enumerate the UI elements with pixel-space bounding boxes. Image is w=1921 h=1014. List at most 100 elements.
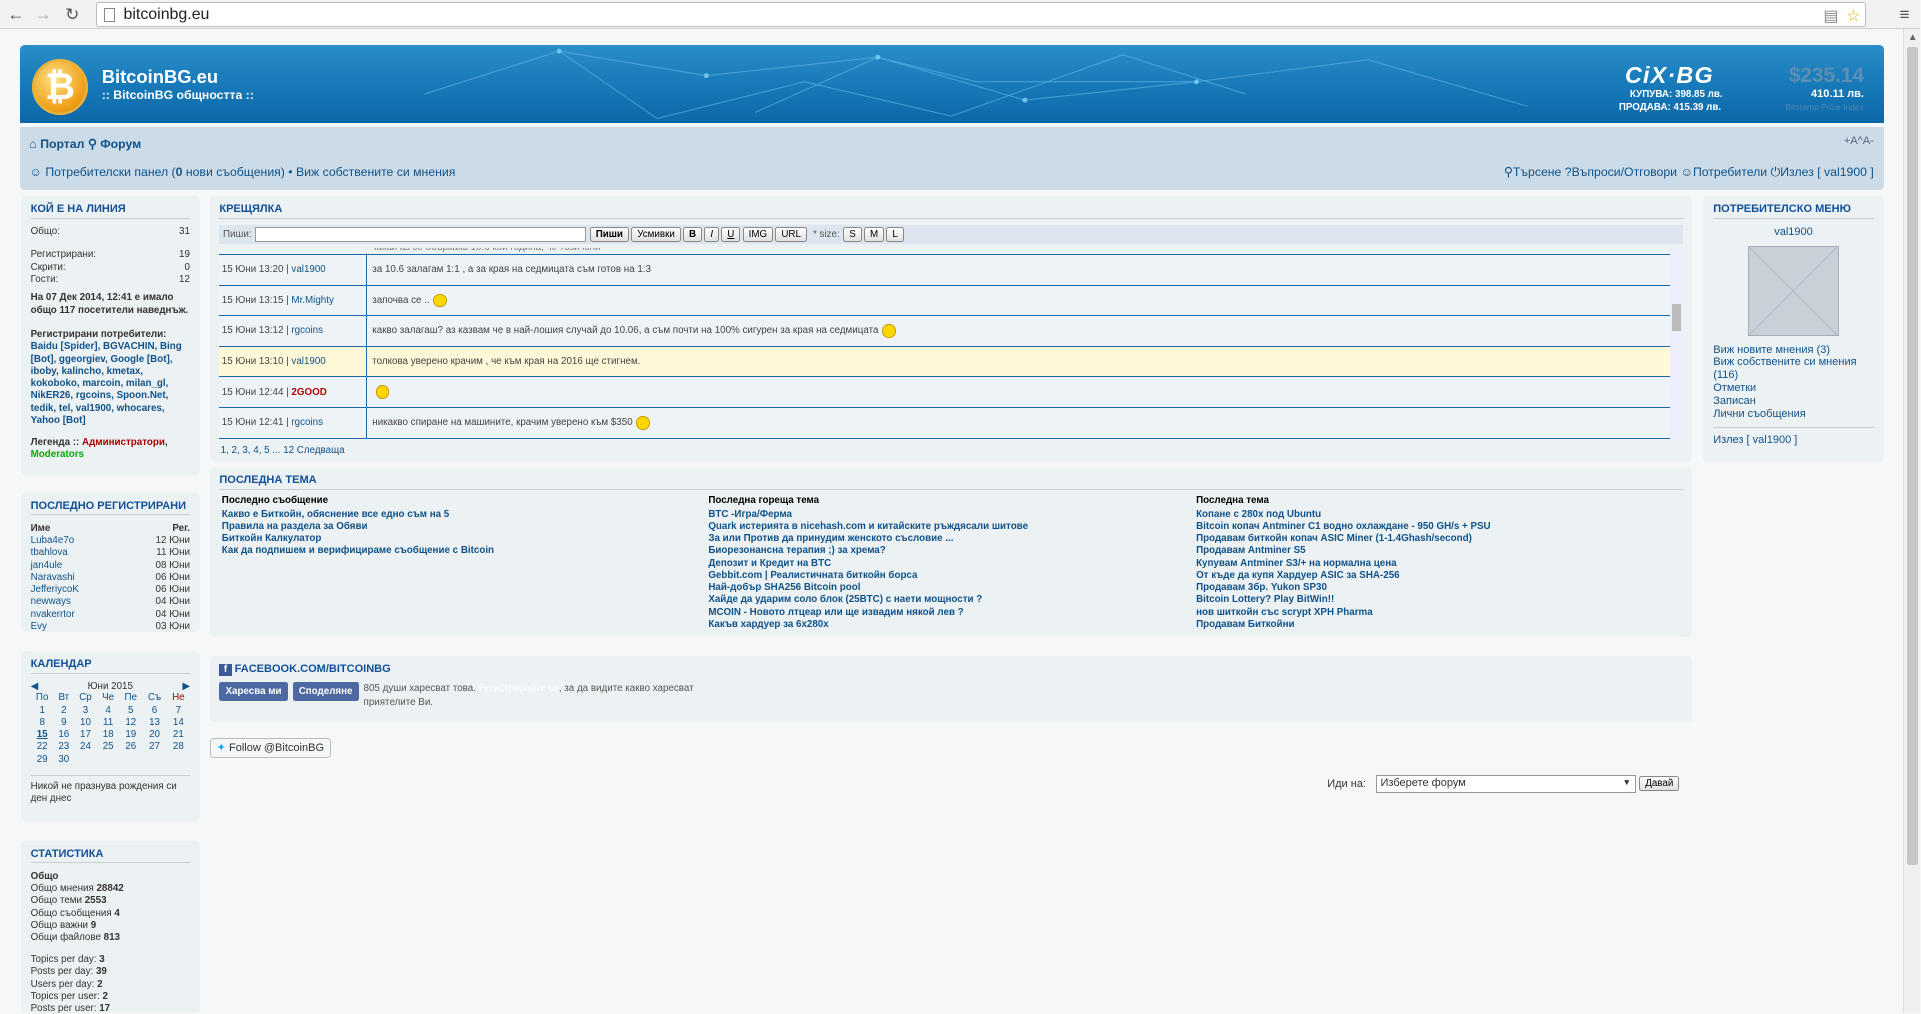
- size-m-button[interactable]: M: [864, 226, 885, 243]
- reg-user-name[interactable]: Evy: [31, 621, 47, 633]
- bitcoin-logo[interactable]: ₿: [31, 58, 89, 116]
- search-link[interactable]: Търсене: [1513, 165, 1561, 179]
- scrollbar-thumb[interactable]: [1906, 46, 1918, 866]
- calendar-day[interactable]: 24: [74, 741, 97, 753]
- calendar-day[interactable]: 27: [142, 741, 166, 753]
- calendar-day[interactable]: 29: [31, 753, 54, 765]
- legend-admins[interactable]: Администратори: [82, 437, 165, 448]
- topic-link[interactable]: Продавам 3бр. Yukon SP30: [1196, 582, 1662, 594]
- reg-user-name[interactable]: jan4ule: [31, 560, 63, 572]
- twitter-follow-button[interactable]: ✦ Follow @BitcoinBG: [209, 737, 332, 758]
- prev-month-icon[interactable]: ◀: [31, 681, 39, 692]
- topic-link[interactable]: BTC -Игра/Ферма: [708, 509, 1174, 521]
- calendar-day[interactable]: 7: [167, 704, 190, 716]
- shout-input[interactable]: [255, 227, 587, 243]
- translate-icon[interactable]: ▤: [1823, 6, 1838, 26]
- reg-user-name[interactable]: newways: [31, 596, 71, 608]
- calendar-day[interactable]: 1: [31, 704, 54, 716]
- members-link[interactable]: Потребители: [1693, 165, 1767, 179]
- topic-link[interactable]: Продавам Antminer S5: [1196, 545, 1662, 557]
- calendar-day[interactable]: 10: [74, 716, 97, 728]
- smilies-button[interactable]: Усмивки: [631, 226, 681, 243]
- topic-link[interactable]: Продавам Биткойни: [1196, 619, 1662, 631]
- nav-forum[interactable]: Форум: [100, 137, 141, 151]
- address-bar[interactable]: bitcoinbg.eu ▤ ☆: [95, 2, 1867, 27]
- fb-like-button[interactable]: Харесва ми: [219, 682, 288, 701]
- reg-user-name[interactable]: nvakerrtor: [31, 609, 75, 621]
- topic-link[interactable]: Купувам Antminer S3/+ на нормална цена: [1196, 558, 1662, 570]
- reload-icon[interactable]: ↻: [61, 4, 83, 25]
- topic-link[interactable]: Продавам биткойн копач ASIC Miner (1-1.4…: [1196, 533, 1662, 545]
- site-name[interactable]: BitcoinBG.eu: [102, 66, 218, 88]
- topic-link[interactable]: Биорезонансна терапия ;) за хрема?: [708, 545, 1174, 557]
- shout-user[interactable]: val1900: [291, 264, 325, 275]
- topic-link[interactable]: Gebbit.com | Реалистичната биткойн борса: [708, 570, 1174, 582]
- topic-link[interactable]: Bitcoin Lottery? Play BitWin!!: [1196, 594, 1662, 606]
- calendar-day[interactable]: 16: [54, 729, 74, 741]
- calendar-day[interactable]: 22: [31, 741, 54, 753]
- user-menu-link[interactable]: Виж новите мнения (3): [1713, 344, 1874, 357]
- user-menu-link[interactable]: Отметки: [1713, 382, 1874, 395]
- calendar-day[interactable]: 9: [54, 716, 74, 728]
- reg-user-name[interactable]: tbahlova: [31, 547, 68, 559]
- forward-icon[interactable]: →: [32, 4, 54, 25]
- topic-link[interactable]: Как да подпишем и верифицираме съобщение…: [222, 545, 688, 557]
- calendar-day[interactable]: 20: [142, 729, 166, 741]
- calendar-day[interactable]: 12: [119, 716, 142, 728]
- logout-link[interactable]: Излез [ val1900 ]: [1780, 165, 1874, 179]
- calendar-day[interactable]: 21: [167, 729, 190, 741]
- calendar-day[interactable]: 15: [31, 729, 54, 741]
- shout-pagination[interactable]: 1, 2, 3, 4, 5 ... 12 Следваща: [221, 445, 345, 456]
- topic-link[interactable]: Quark истерията в nicehash.com и китайск…: [708, 521, 1174, 533]
- img-button[interactable]: IMG: [742, 226, 773, 243]
- topic-link[interactable]: Bitcoin копач Antminer C1 водно охлаждан…: [1196, 521, 1662, 533]
- reg-user-name[interactable]: JefferiycoK: [31, 584, 79, 596]
- size-s-button[interactable]: S: [843, 226, 862, 243]
- user-menu-link[interactable]: Виж собствените си мнения (116): [1713, 356, 1874, 382]
- calendar-day[interactable]: 3: [74, 704, 97, 716]
- legend-mods[interactable]: Moderators: [31, 449, 84, 460]
- calendar-day[interactable]: 4: [97, 704, 119, 716]
- calendar-day[interactable]: 28: [167, 741, 190, 753]
- topic-link[interactable]: Какъв хардуер за 6x280x: [708, 619, 1174, 631]
- calendar-day[interactable]: 26: [119, 741, 142, 753]
- calendar-day[interactable]: 6: [142, 704, 166, 716]
- umenu-logout[interactable]: Излез [ val1900 ]: [1713, 426, 1874, 446]
- shout-scrollbar[interactable]: [1670, 247, 1683, 442]
- font-size-control[interactable]: +A^A-: [1844, 135, 1874, 147]
- go-button[interactable]: Давай: [1639, 775, 1680, 792]
- calendar-day[interactable]: 30: [54, 753, 74, 765]
- ucp-link[interactable]: Потребителски панел (0 нови съобщения): [45, 165, 285, 179]
- calendar-day[interactable]: 5: [119, 704, 142, 716]
- umenu-username[interactable]: val1900: [1713, 226, 1874, 238]
- reg-user-name[interactable]: Naravashi: [31, 572, 75, 584]
- next-month-icon[interactable]: ▶: [182, 681, 190, 692]
- topic-link[interactable]: Биткойн Калкулатор: [222, 533, 688, 545]
- fb-register-link[interactable]: Регистрирайте се: [479, 683, 559, 694]
- calendar-day[interactable]: 2: [54, 704, 74, 716]
- calendar-day[interactable]: 11: [97, 716, 119, 728]
- user-menu-link[interactable]: Записан: [1713, 395, 1874, 408]
- italic-button[interactable]: I: [704, 226, 719, 243]
- fb-title[interactable]: FACEBOOK.COM/BITCOINBG: [235, 663, 391, 675]
- calendar-day[interactable]: 17: [74, 729, 97, 741]
- url-button[interactable]: URL: [775, 226, 807, 243]
- calendar-day[interactable]: 25: [97, 741, 119, 753]
- price-source[interactable]: Bitstamp Price Index: [1785, 102, 1864, 112]
- cix-logo[interactable]: CiX·BG: [1625, 62, 1714, 89]
- shout-user[interactable]: 2GOOD: [291, 387, 326, 398]
- own-posts-link[interactable]: • Виж собствените си мнения: [288, 165, 455, 179]
- star-icon[interactable]: ☆: [1846, 6, 1860, 26]
- bold-button[interactable]: B: [683, 226, 703, 243]
- calendar-day[interactable]: 14: [167, 716, 190, 728]
- calendar-day[interactable]: 18: [97, 729, 119, 741]
- topic-link[interactable]: MCOIN - Новото лтцеар или ще извадим няк…: [708, 607, 1174, 619]
- topic-link[interactable]: Най-добър SHA256 Bitcoin pool: [708, 582, 1174, 594]
- size-l-button[interactable]: L: [886, 226, 904, 243]
- menu-icon[interactable]: ≡: [1893, 4, 1915, 25]
- online-users[interactable]: Baidu [Spider], BGVACHIN, Bing [Bot], gg…: [31, 341, 190, 427]
- page-scrollbar[interactable]: ▲: [1903, 29, 1921, 1014]
- nav-portal[interactable]: Портал: [40, 137, 84, 151]
- underline-button[interactable]: U: [721, 226, 741, 243]
- calendar-day[interactable]: 8: [31, 716, 54, 728]
